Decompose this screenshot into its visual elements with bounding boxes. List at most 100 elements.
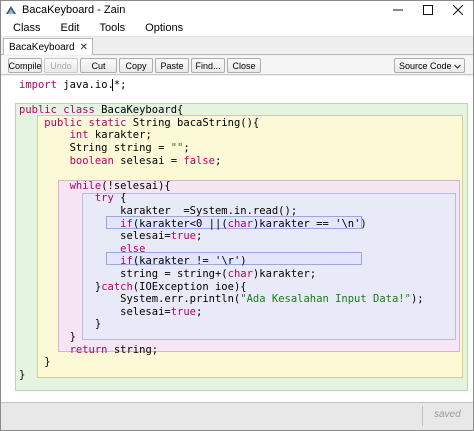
code-keyword: return bbox=[69, 343, 108, 356]
code-text: ; bbox=[196, 230, 203, 243]
code-text: string; bbox=[107, 343, 159, 356]
code-keyword: try bbox=[94, 192, 114, 205]
paste-button[interactable]: Paste bbox=[155, 58, 189, 73]
title-bar[interactable]: BacaKeyboard - Zain bbox=[1, 1, 473, 19]
code-line[interactable]: }catch(IOException ioe){ bbox=[19, 281, 247, 293]
tab-label: BacaKeyboard bbox=[9, 41, 75, 53]
status-bar: saved bbox=[1, 402, 473, 430]
code-keyword: public class bbox=[19, 104, 95, 117]
find-button[interactable]: Find... bbox=[191, 58, 225, 73]
code-line[interactable]: } bbox=[19, 369, 25, 381]
code-keyword: true bbox=[170, 305, 197, 318]
code-string: "" bbox=[170, 142, 184, 154]
code-keyword: catch bbox=[101, 280, 133, 293]
code-string: "Ada Kesalahan Input Data!" bbox=[240, 293, 411, 306]
window-title: BacaKeyboard - Zain bbox=[22, 4, 126, 16]
code-line[interactable]: public class BacaKeyboard{ bbox=[19, 104, 183, 116]
close-icon[interactable] bbox=[443, 1, 473, 19]
copy-button[interactable]: Copy bbox=[119, 58, 153, 73]
code-line[interactable]: selesai=true; bbox=[19, 306, 202, 318]
bluej-editor-window: BacaKeyboard - Zain Class Edit Tools Opt… bbox=[0, 0, 474, 431]
menu-edit[interactable]: Edit bbox=[51, 22, 90, 34]
code-line[interactable]: boolean selesai = false; bbox=[19, 154, 222, 167]
tab-strip: BacaKeyboard ✕ bbox=[1, 38, 473, 55]
code-text: } bbox=[19, 356, 51, 369]
code-text: } bbox=[19, 331, 76, 343]
code-text: } bbox=[19, 318, 102, 331]
cut-button[interactable]: Cut bbox=[80, 58, 117, 73]
code-text: ; bbox=[196, 305, 203, 318]
code-text: ; bbox=[183, 142, 190, 154]
bluej-app-icon bbox=[5, 4, 17, 16]
code-line[interactable]: System.err.println("Ada Kesalahan Input … bbox=[19, 293, 424, 306]
tab-close-icon[interactable]: ✕ bbox=[80, 42, 88, 53]
window-controls bbox=[383, 1, 473, 19]
menu-tools[interactable]: Tools bbox=[89, 22, 135, 34]
menu-bar: Class Edit Tools Options bbox=[1, 19, 473, 37]
view-select-value: Source Code bbox=[399, 60, 452, 71]
code-text: } bbox=[19, 368, 26, 381]
code-text: selesai= bbox=[19, 230, 171, 243]
close-button[interactable]: Close bbox=[227, 58, 261, 73]
code-line[interactable]: while(!selesai){ bbox=[19, 180, 171, 192]
code-keyword: true bbox=[170, 230, 197, 243]
code-keyword: if bbox=[120, 255, 133, 268]
code-text: string = string+( bbox=[19, 268, 228, 280]
code-text: (IOException ioe){ bbox=[132, 280, 247, 293]
code-line[interactable]: else bbox=[19, 243, 145, 255]
code-line[interactable]: import java.io.*; bbox=[19, 79, 126, 91]
code-keyword: public static bbox=[44, 116, 127, 129]
code-text: selesai = bbox=[113, 154, 184, 167]
code-editor[interactable]: import java.io.*; public class BacaKeyboa… bbox=[1, 76, 473, 402]
code-text: )karakter; bbox=[252, 268, 317, 280]
code-text: { bbox=[113, 192, 127, 205]
code-line[interactable]: return string; bbox=[19, 343, 159, 356]
code-text: selesai= bbox=[19, 305, 171, 318]
code-text: } bbox=[19, 280, 102, 293]
menu-class[interactable]: Class bbox=[1, 22, 51, 34]
code-text: karakter =System.in.read(); bbox=[19, 205, 298, 217]
code-line[interactable]: if(karakter != '\r') bbox=[19, 255, 246, 268]
chevron-down-icon bbox=[454, 62, 461, 72]
undo-button[interactable]: Undo bbox=[44, 58, 78, 73]
status-divider bbox=[422, 406, 423, 426]
code-line[interactable]: } bbox=[19, 331, 76, 343]
code-line[interactable]: String string = ""; bbox=[19, 142, 190, 154]
code-text: (karakter<0 ||( bbox=[132, 217, 228, 230]
code-text: ); bbox=[410, 293, 424, 306]
code-line[interactable]: int karakter; bbox=[19, 129, 152, 141]
code-text: String bacaString(){ bbox=[126, 116, 260, 129]
text-caret bbox=[112, 79, 113, 91]
code-keyword: import bbox=[19, 79, 57, 91]
code-line[interactable]: } bbox=[19, 318, 101, 330]
code-line[interactable]: } bbox=[19, 356, 51, 369]
editor-toolbar: Compile Undo Cut Copy Paste Find... Clos… bbox=[1, 56, 473, 75]
code-line[interactable]: karakter =System.in.read(); bbox=[19, 205, 297, 217]
code-line[interactable]: selesai=true; bbox=[19, 230, 202, 242]
code-keyword: char bbox=[227, 217, 253, 230]
code-line[interactable]: string = string+(char)karakter; bbox=[19, 268, 316, 280]
code-keyword: if bbox=[120, 217, 133, 230]
compile-button[interactable]: Compile bbox=[8, 58, 42, 73]
tab-bacakeyboard[interactable]: BacaKeyboard ✕ bbox=[3, 38, 93, 55]
code-line[interactable]: if(karakter<0 ||(char)karakter == '\n') bbox=[19, 218, 367, 230]
code-text: String string = bbox=[19, 142, 171, 154]
code-line[interactable]: public static String bacaString(){ bbox=[19, 117, 259, 129]
minimize-icon[interactable] bbox=[383, 1, 413, 19]
code-line[interactable]: try { bbox=[19, 192, 127, 205]
view-select[interactable]: Source Code bbox=[394, 58, 465, 73]
menu-options[interactable]: Options bbox=[135, 22, 193, 34]
code-keyword: char bbox=[227, 268, 253, 280]
code-keyword: boolean bbox=[69, 154, 114, 167]
saved-status: saved bbox=[434, 409, 461, 420]
code-keyword: int bbox=[69, 129, 89, 142]
maximize-icon[interactable] bbox=[413, 1, 443, 19]
